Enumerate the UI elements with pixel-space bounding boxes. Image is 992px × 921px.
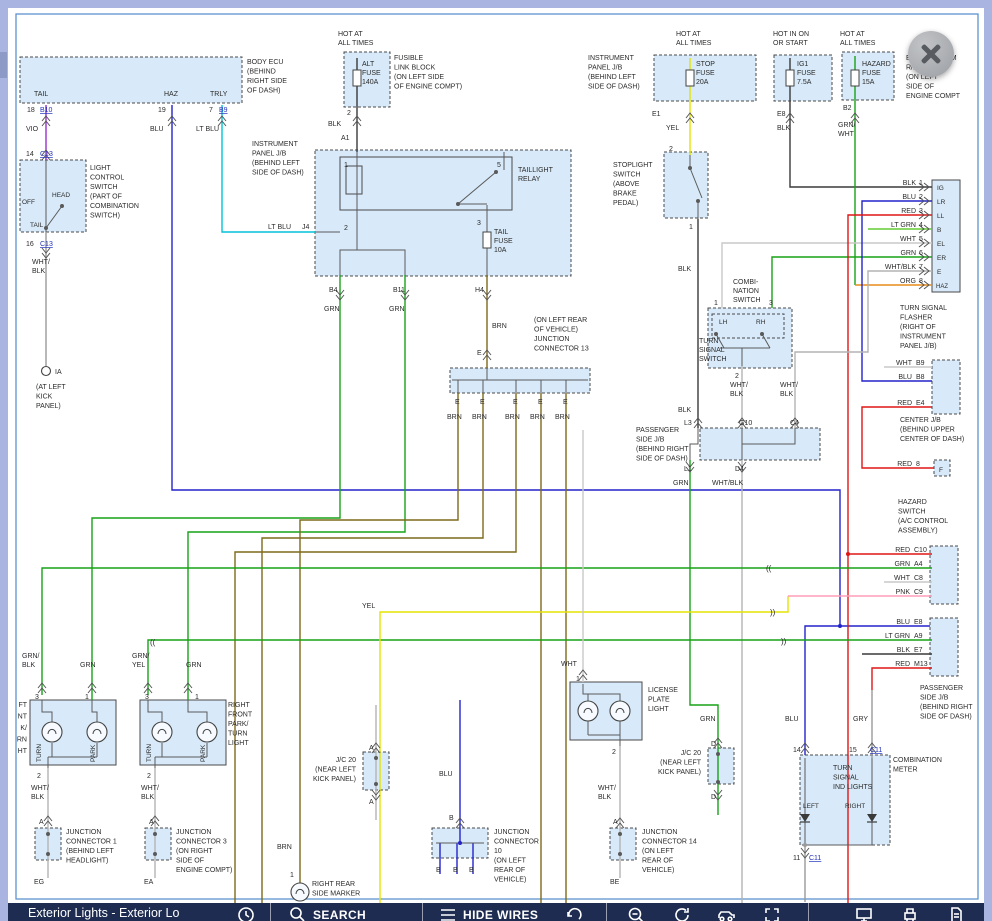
zoom-out-button[interactable] [626,905,646,921]
document-button[interactable] [946,905,966,921]
toolbar-divider [270,903,271,921]
document-icon [946,905,966,921]
search-button[interactable]: SEARCH [288,905,366,921]
clock-button[interactable] [236,905,256,921]
undo-icon [564,905,584,921]
search-label: SEARCH [313,905,366,921]
vehicle-icon [716,905,736,921]
toolbar-divider [808,903,809,921]
printer-icon [900,905,920,921]
hide-wires-icon [438,905,458,921]
toolbar-divider [422,903,423,921]
clock-icon [236,905,256,921]
hide-wires-label: HIDE WIRES [463,905,538,921]
undo-button[interactable] [564,905,584,921]
window-edge-notch [0,52,7,78]
expand-icon [762,905,782,921]
history-icon [672,905,692,921]
close-button[interactable] [908,31,954,77]
vehicle-button[interactable] [716,905,736,921]
monitor-button[interactable] [854,905,874,921]
zoom-out-icon [626,905,646,921]
printer-button[interactable] [900,905,920,921]
app-window: BODY ECU(BEHINDRIGHT SIDEOF DASH)TAILHAZ… [0,0,992,921]
bottom-toolbar: Exterior Lights - Exterior Lo SEARCH HID… [8,903,984,921]
toolbar-divider [606,903,607,921]
history-button[interactable] [672,905,692,921]
expand-button[interactable] [762,905,782,921]
diagram-canvas[interactable] [8,8,984,903]
diagram-title: Exterior Lights - Exterior Lo [28,906,179,920]
search-icon [288,905,308,921]
monitor-icon [854,905,874,921]
hide-wires-button[interactable]: HIDE WIRES [438,905,538,921]
